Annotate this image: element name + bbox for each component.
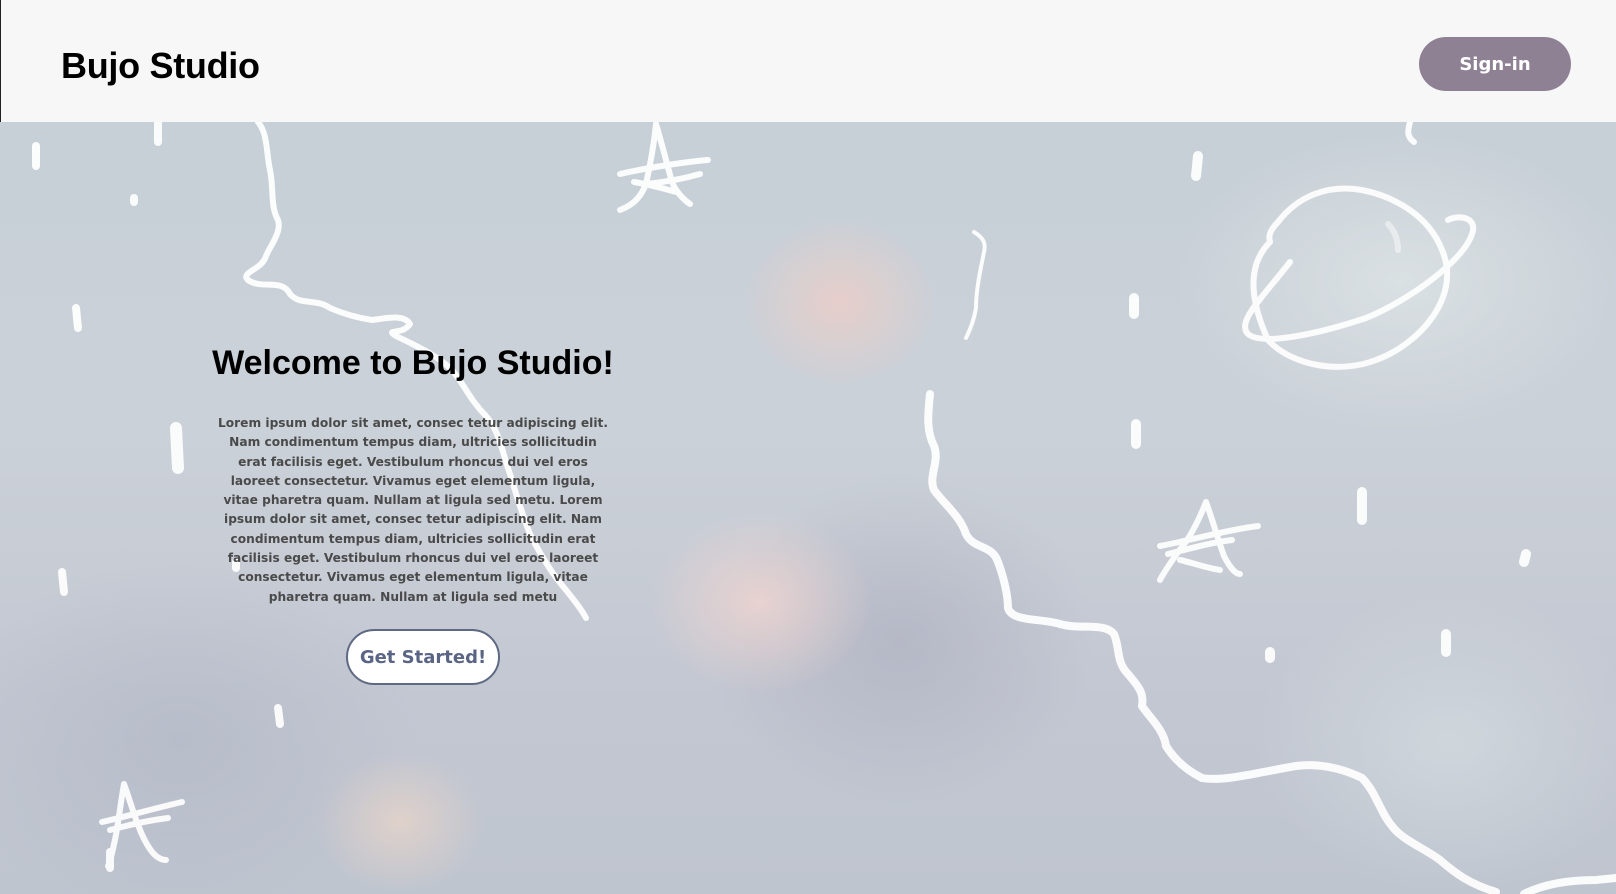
top-nav: Bujo Studio Sign-in xyxy=(0,0,1616,122)
hero-title: Welcome to Bujo Studio! xyxy=(212,344,614,382)
sign-in-button[interactable]: Sign-in xyxy=(1419,37,1571,91)
squiggle-line-icon xyxy=(964,230,987,340)
hero-content: Welcome to Bujo Studio! Lorem ipsum dolo… xyxy=(195,342,631,607)
landing-page: Bujo Studio Sign-in Welcome to Bujo Stud… xyxy=(0,0,1616,894)
planet-icon xyxy=(1242,185,1477,370)
hero-description: Lorem ipsum dolor sit amet, consec tetur… xyxy=(218,416,608,604)
squiggle-line-icon xyxy=(1520,874,1616,894)
brand-logo-text[interactable]: Bujo Studio xyxy=(61,44,260,88)
star-icon xyxy=(1157,499,1261,583)
get-started-button[interactable]: Get Started! xyxy=(346,629,500,685)
hero-section: Welcome to Bujo Studio! Lorem ipsum dolo… xyxy=(0,122,1616,894)
squiggle-line-icon xyxy=(924,390,1500,894)
star-icon xyxy=(617,122,711,213)
squiggle-line-icon xyxy=(1405,122,1417,145)
